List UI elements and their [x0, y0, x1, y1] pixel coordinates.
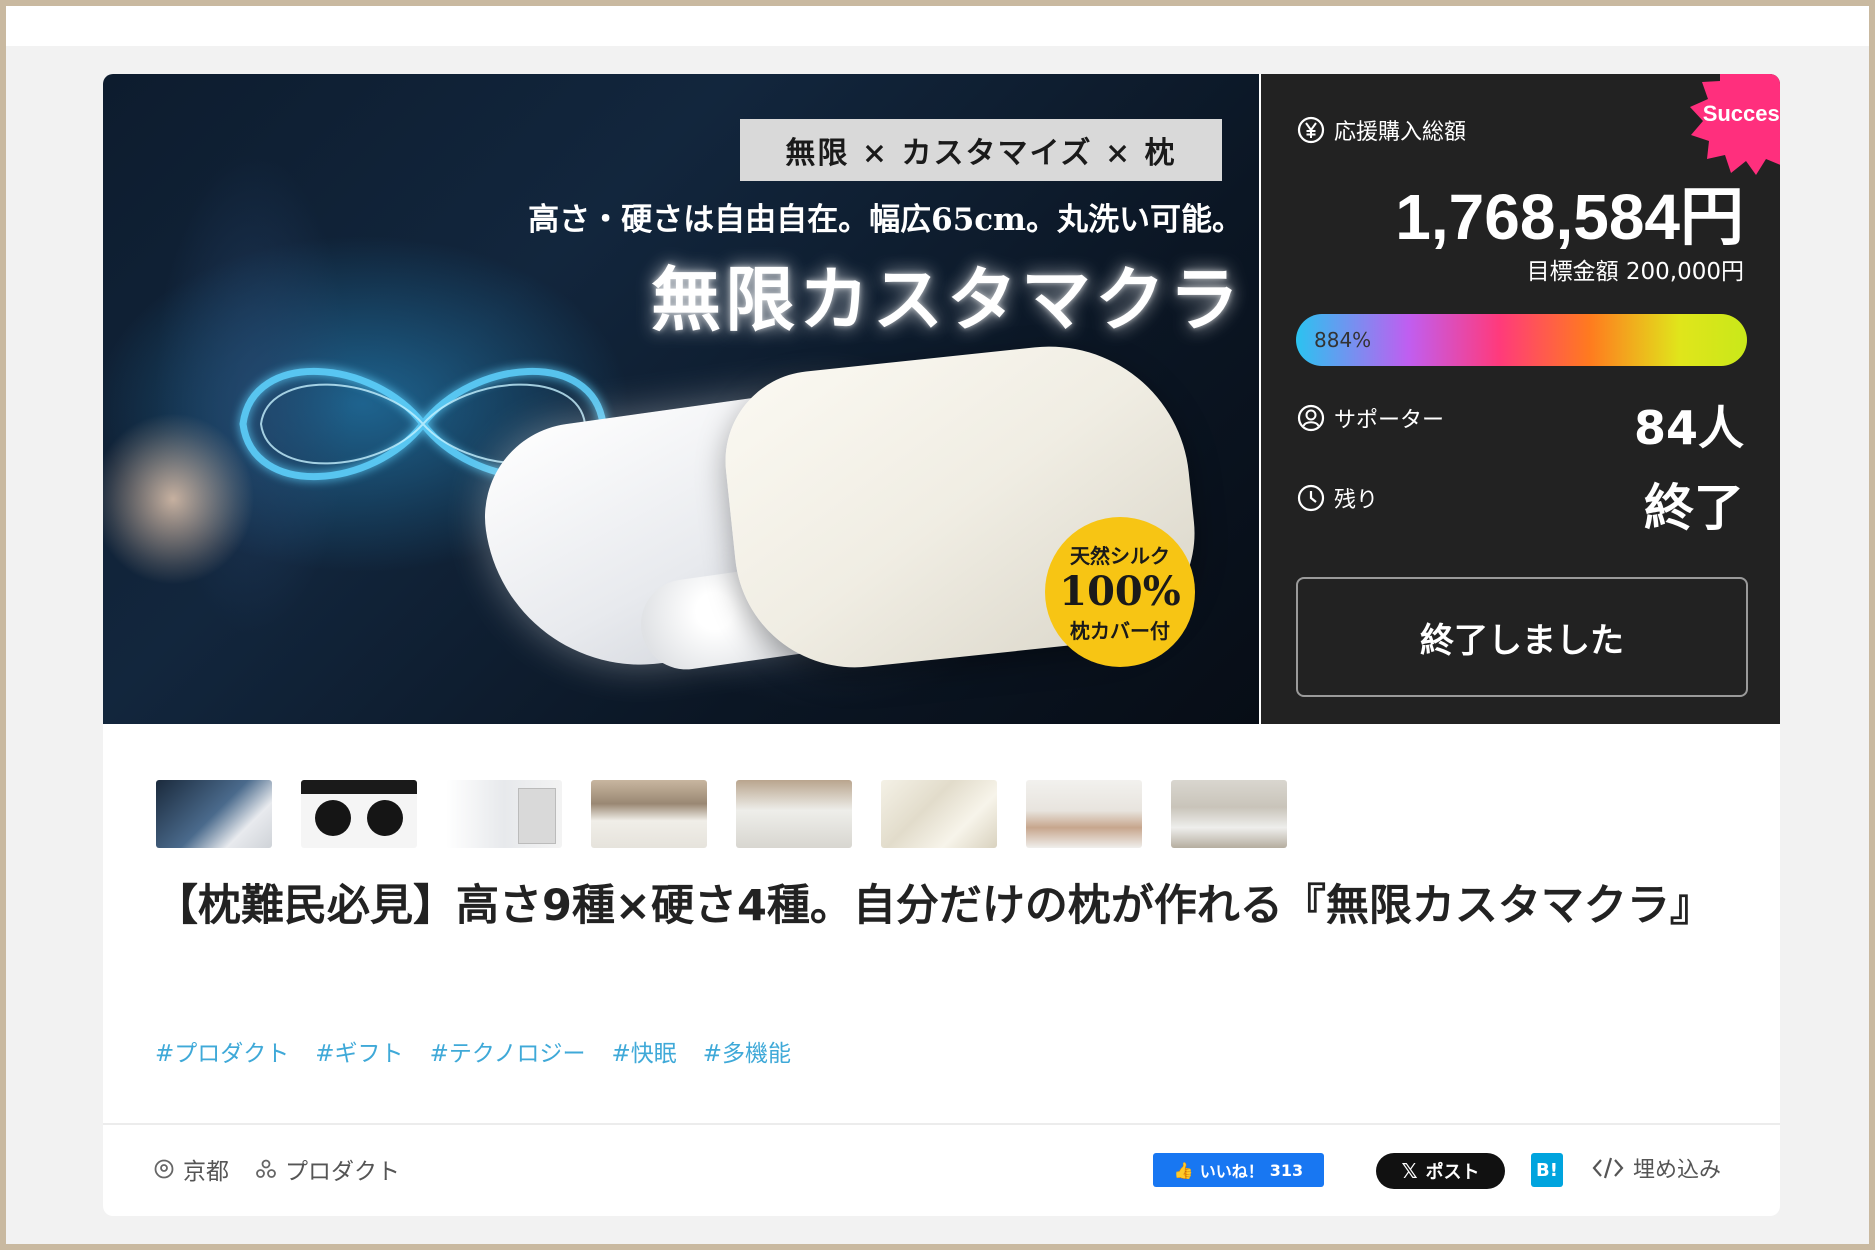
progress-percent-text: 884% — [1314, 328, 1372, 352]
facebook-like-button[interactable]: 👍 いいね！ 313 — [1153, 1153, 1324, 1187]
supporters-label-row: サポーター — [1296, 402, 1444, 434]
facebook-like-label: いいね！ — [1199, 1162, 1264, 1181]
code-icon — [1592, 1157, 1624, 1179]
tag-link[interactable]: #多機能 — [703, 1034, 791, 1068]
thumbnail-2[interactable] — [301, 780, 417, 848]
location-label: 京都 — [183, 1159, 229, 1185]
tag-link[interactable]: #ギフト — [315, 1034, 403, 1068]
tag-link[interactable]: #快眠 — [611, 1034, 676, 1068]
thumbs-up-icon: 👍 — [1173, 1160, 1194, 1180]
hero-image[interactable]: 無限 × カスタマイズ × 枕 高さ・硬さは自由自在。幅広65cm。丸洗い可能。… — [103, 74, 1259, 724]
silk-badge-line3: 枕カバー付 — [1070, 619, 1170, 643]
top-strip — [6, 6, 1869, 46]
facebook-like-count: 313 — [1269, 1160, 1304, 1180]
supporters-label: サポーター — [1334, 408, 1445, 433]
user-circle-icon — [1297, 404, 1325, 432]
project-title: 【枕難民必見】高さ9種×硬さ4種。自分だけの枕が作れる『無限カスタマクラ』 — [155, 881, 1713, 931]
total-amount-value: 1,768,584円 — [1395, 181, 1744, 253]
campaign-ended-button[interactable]: 終了しました — [1296, 577, 1748, 697]
tag-list: #プロダクト #ギフト #テクノロジー #快眠 #多機能 — [155, 1034, 791, 1068]
funding-progress-bar: 884% — [1296, 314, 1747, 366]
remaining-label: 残り — [1334, 488, 1379, 513]
thumbnail-7[interactable] — [1026, 780, 1142, 848]
remaining-label-row: 残り — [1296, 482, 1378, 514]
footer-divider — [103, 1123, 1780, 1125]
total-amount-label-row: 応援購入総額 — [1296, 114, 1466, 146]
x-post-label: ポスト — [1425, 1162, 1480, 1183]
total-amount-label: 応援購入総額 — [1334, 120, 1467, 145]
goal-amount-text: 目標金額 200,000円 — [1526, 259, 1744, 285]
tag-link[interactable]: #プロダクト — [155, 1034, 289, 1068]
embed-label: 埋め込み — [1633, 1158, 1722, 1183]
category-icon — [256, 1159, 276, 1178]
thumbnail-4[interactable] — [591, 780, 707, 848]
page-frame: 無限 × カスタマイズ × 枕 高さ・硬さは自由自在。幅広65cm。丸洗い可能。… — [6, 6, 1869, 1244]
x-logo-icon: 𝕏 — [1401, 1159, 1418, 1183]
thumbnail-8[interactable] — [1171, 780, 1287, 848]
project-card: 無限 × カスタマイズ × 枕 高さ・硬さは自由自在。幅広65cm。丸洗い可能。… — [103, 74, 1780, 1216]
hero-tagline-box: 無限 × カスタマイズ × 枕 — [740, 119, 1222, 181]
project-meta: 京都 プロダクト — [153, 1152, 400, 1186]
hero-subline: 高さ・硬さは自由自在。幅広65cm。丸洗い可能。 — [528, 202, 1243, 238]
embed-link[interactable]: 埋め込み — [1591, 1152, 1721, 1184]
yen-circle-icon — [1297, 116, 1325, 144]
silk-badge-line1: 天然シルク — [1070, 544, 1170, 568]
hero-product-name: 無限カスタマクラ — [651, 258, 1243, 341]
category-link[interactable]: プロダクト — [255, 1152, 400, 1186]
thumbnail-5[interactable] — [736, 780, 852, 848]
tag-link[interactable]: #テクノロジー — [430, 1034, 586, 1068]
silk-badge-line2: 100% — [1059, 568, 1181, 615]
silk-cover-badge: 天然シルク 100% 枕カバー付 — [1045, 517, 1195, 667]
supporters-value: 84人 — [1633, 401, 1744, 455]
clock-icon — [1297, 484, 1325, 512]
x-post-button[interactable]: 𝕏 ポスト — [1376, 1153, 1505, 1189]
thumbnail-6[interactable] — [881, 780, 997, 848]
category-label: プロダクト — [285, 1159, 400, 1185]
remaining-value: 終了 — [1644, 479, 1744, 537]
thumbnail-3[interactable] — [446, 780, 562, 848]
location-link[interactable]: 京都 — [153, 1152, 229, 1186]
hatena-bookmark-button[interactable]: B! — [1531, 1153, 1563, 1187]
success-badge-label: Success! — [1703, 101, 1780, 126]
success-badge: Success! — [1690, 74, 1780, 175]
thumbnail-1[interactable] — [156, 780, 272, 848]
location-pin-icon — [154, 1159, 174, 1179]
